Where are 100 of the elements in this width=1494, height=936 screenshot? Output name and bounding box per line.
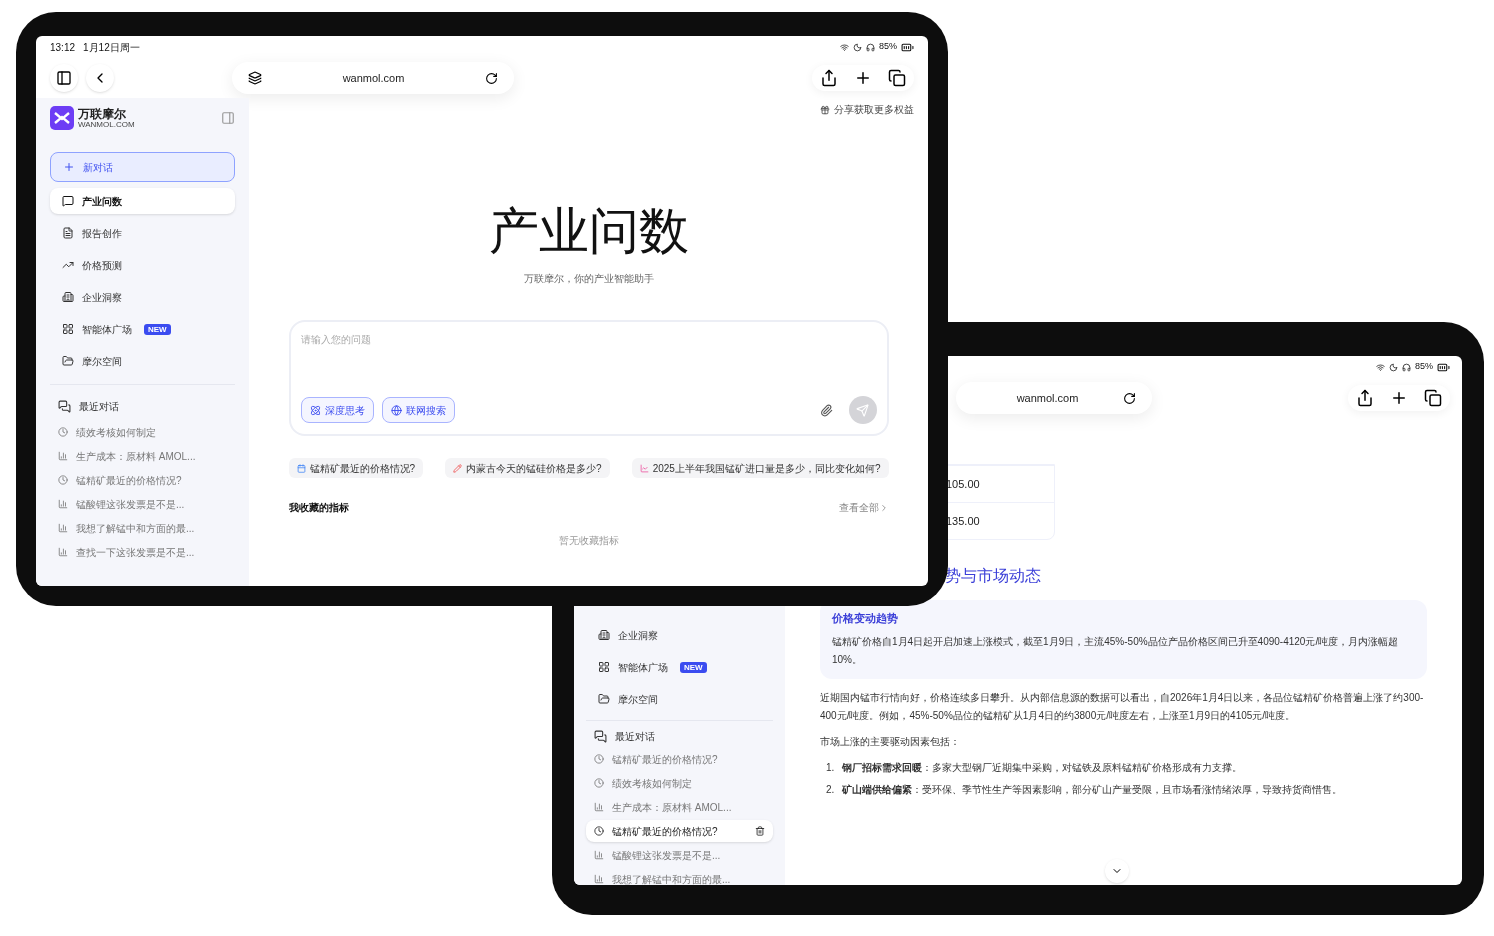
scroll-down-button[interactable] [1105,859,1129,883]
nav-icon [62,291,74,303]
tabs-icon[interactable] [1424,389,1442,407]
nav-item[interactable]: 智能体广场 NEW [586,654,773,680]
mode-button[interactable]: 联网搜索 [381,397,455,423]
nav-icon [62,227,74,239]
back-button[interactable] [86,64,114,92]
chats-icon [58,399,71,413]
nav-icon [62,195,74,207]
question-input[interactable]: 请输入您的问题 深度思考 联网搜索 [288,320,889,436]
body-paragraph: 市场上涨的主要驱动因素包括： [820,734,961,749]
history-icon [58,427,68,437]
nav-item[interactable]: 摩尔空间 [586,686,773,712]
wifi-icon [840,42,849,52]
moon-icon [1389,362,1398,372]
nav-icon [598,629,610,641]
suggestion-icon [639,463,649,473]
history-item[interactable]: 我想了解锰中和方面的最... [50,517,235,539]
list-text: 矿山端供给偏紧：受环保、季节性生产等因素影响，部分矿山产量受限，且市场看涨情绪浓厚，导致持货商惜售。 [842,782,1343,797]
list-number: 2. [826,782,835,797]
moon-icon [853,42,862,52]
share-icon[interactable] [1356,389,1374,407]
nav-icon [598,693,610,705]
suggestion-chip[interactable]: 锰精矿最近的价格情况? [288,458,424,478]
sidebar-icon [56,70,72,86]
mode-button[interactable]: 深度思考 [300,397,374,423]
history-item[interactable]: 我想了解锰中和方面的最... [586,868,773,885]
history-item[interactable]: 锰精矿最近的价格情况? [586,748,773,770]
chats-icon [594,730,607,743]
history-icon [58,451,68,461]
nav-item[interactable]: 报告创作 [50,220,235,246]
history-item[interactable]: 生产成本：原材料 AMOL... [50,445,235,467]
brand-name: 万联摩尔 [78,107,126,120]
nav-icon [598,661,610,673]
nav-item[interactable]: 产业问数 [50,188,235,214]
body-paragraph: 近期国内锰市行情向好，价格连续多日攀升。从内部信息源的数据可以看出，自2026年1月4日以来，各品位锰精矿价格普遍上涨了约300-400元/吨度。例如，45%-50%品位的锰精矿从1月4日的约3800元/吨度左右，上涨至1月9日的4105元/吨度。 [820,690,1425,723]
history-item[interactable]: 锰精矿最近的价格情况? [50,469,235,491]
new-chat-button[interactable]: 新对话 [50,152,235,182]
hero-subtitle: 万联摩尔，你的产业智能助手 [523,272,654,286]
card-text: 锰精矿价格自1月4日起开启加速上涨模式，截至1月9日，主流45%-50%品位产品价格区间已升至4090-4120元/吨度，月内涨幅超10%。 [832,634,1400,667]
reload-icon[interactable] [1123,391,1136,405]
status-date: 1月12日周一 [83,40,140,55]
history-icon [58,499,68,509]
send-icon [856,403,869,417]
globe-icon [390,404,402,416]
delete-icon[interactable] [755,826,765,836]
history-icon [594,826,604,836]
history-item[interactable]: 绩效考核如何制定 [50,421,235,443]
card-title: 价格变动趋势 [832,611,899,626]
nav-item[interactable]: 企业洞察 [586,622,773,648]
nav-item[interactable]: 企业洞察 [50,284,235,310]
nav-item[interactable]: 智能体广场 NEW [50,316,235,342]
nav-icon [62,259,74,271]
recent-title: 最近对话 [615,730,655,744]
headphones-icon [866,42,875,52]
list-number: 1. [826,760,835,775]
history-item[interactable]: 锰酸锂这张发票是不是... [586,844,773,866]
reload-icon[interactable] [485,71,498,85]
history-icon [594,802,604,812]
atom-icon [309,404,321,416]
history-item[interactable]: 锰酸锂这张发票是不是... [50,493,235,515]
suggestion-icon [296,463,306,473]
wifi-icon [1376,362,1385,372]
url-text: wanmol.com [342,70,405,86]
attach-icon[interactable] [819,403,833,417]
history-item[interactable]: 锰精矿最近的价格情况? [586,820,773,842]
brand-domain: WANMOL.COM [78,119,135,129]
suggestion-icon [453,463,463,473]
nav-item[interactable]: 摩尔空间 [50,348,235,374]
plus-icon[interactable] [854,69,872,87]
tabs-icon[interactable] [888,69,906,87]
plus-icon [63,161,75,173]
address-bar[interactable]: wanmol.com [956,382,1152,414]
page-menu-icon[interactable] [248,71,262,85]
status-time: 13:12 [50,40,76,55]
address-bar[interactable]: wanmol.com [232,62,514,94]
nav-icon [62,323,74,335]
favorites-title: 我收藏的指标 [288,501,349,515]
history-icon [58,547,68,557]
sidebar-toggle-button[interactable] [50,64,78,92]
history-icon [594,754,604,764]
suggestion-chip[interactable]: 内蒙古今天的锰硅价格是多少? [445,458,610,478]
nav-item[interactable]: 价格预测 [50,252,235,278]
share-link[interactable]: 分享获取更多权益 [834,102,914,117]
history-icon [594,778,604,788]
history-icon [594,874,604,884]
new-badge: NEW [144,323,171,335]
plus-icon[interactable] [1390,389,1408,407]
history-icon [58,475,68,485]
history-item[interactable]: 绩效考核如何制定 [586,772,773,794]
share-icon[interactable] [820,69,838,87]
gift-icon [820,104,830,115]
brand-logo-icon [50,106,74,130]
history-item[interactable]: 查找一下这张发票是不是... [50,541,235,563]
view-all-link[interactable]: 查看全部 [838,500,889,515]
nav-icon [62,355,74,367]
new-badge: NEW [680,661,707,673]
history-icon [58,523,68,533]
suggestion-chip[interactable]: 2025上半年我国锰矿进口量是多少，同比变化如何? [631,458,889,478]
history-item[interactable]: 生产成本：原材料 AMOL... [586,796,773,818]
